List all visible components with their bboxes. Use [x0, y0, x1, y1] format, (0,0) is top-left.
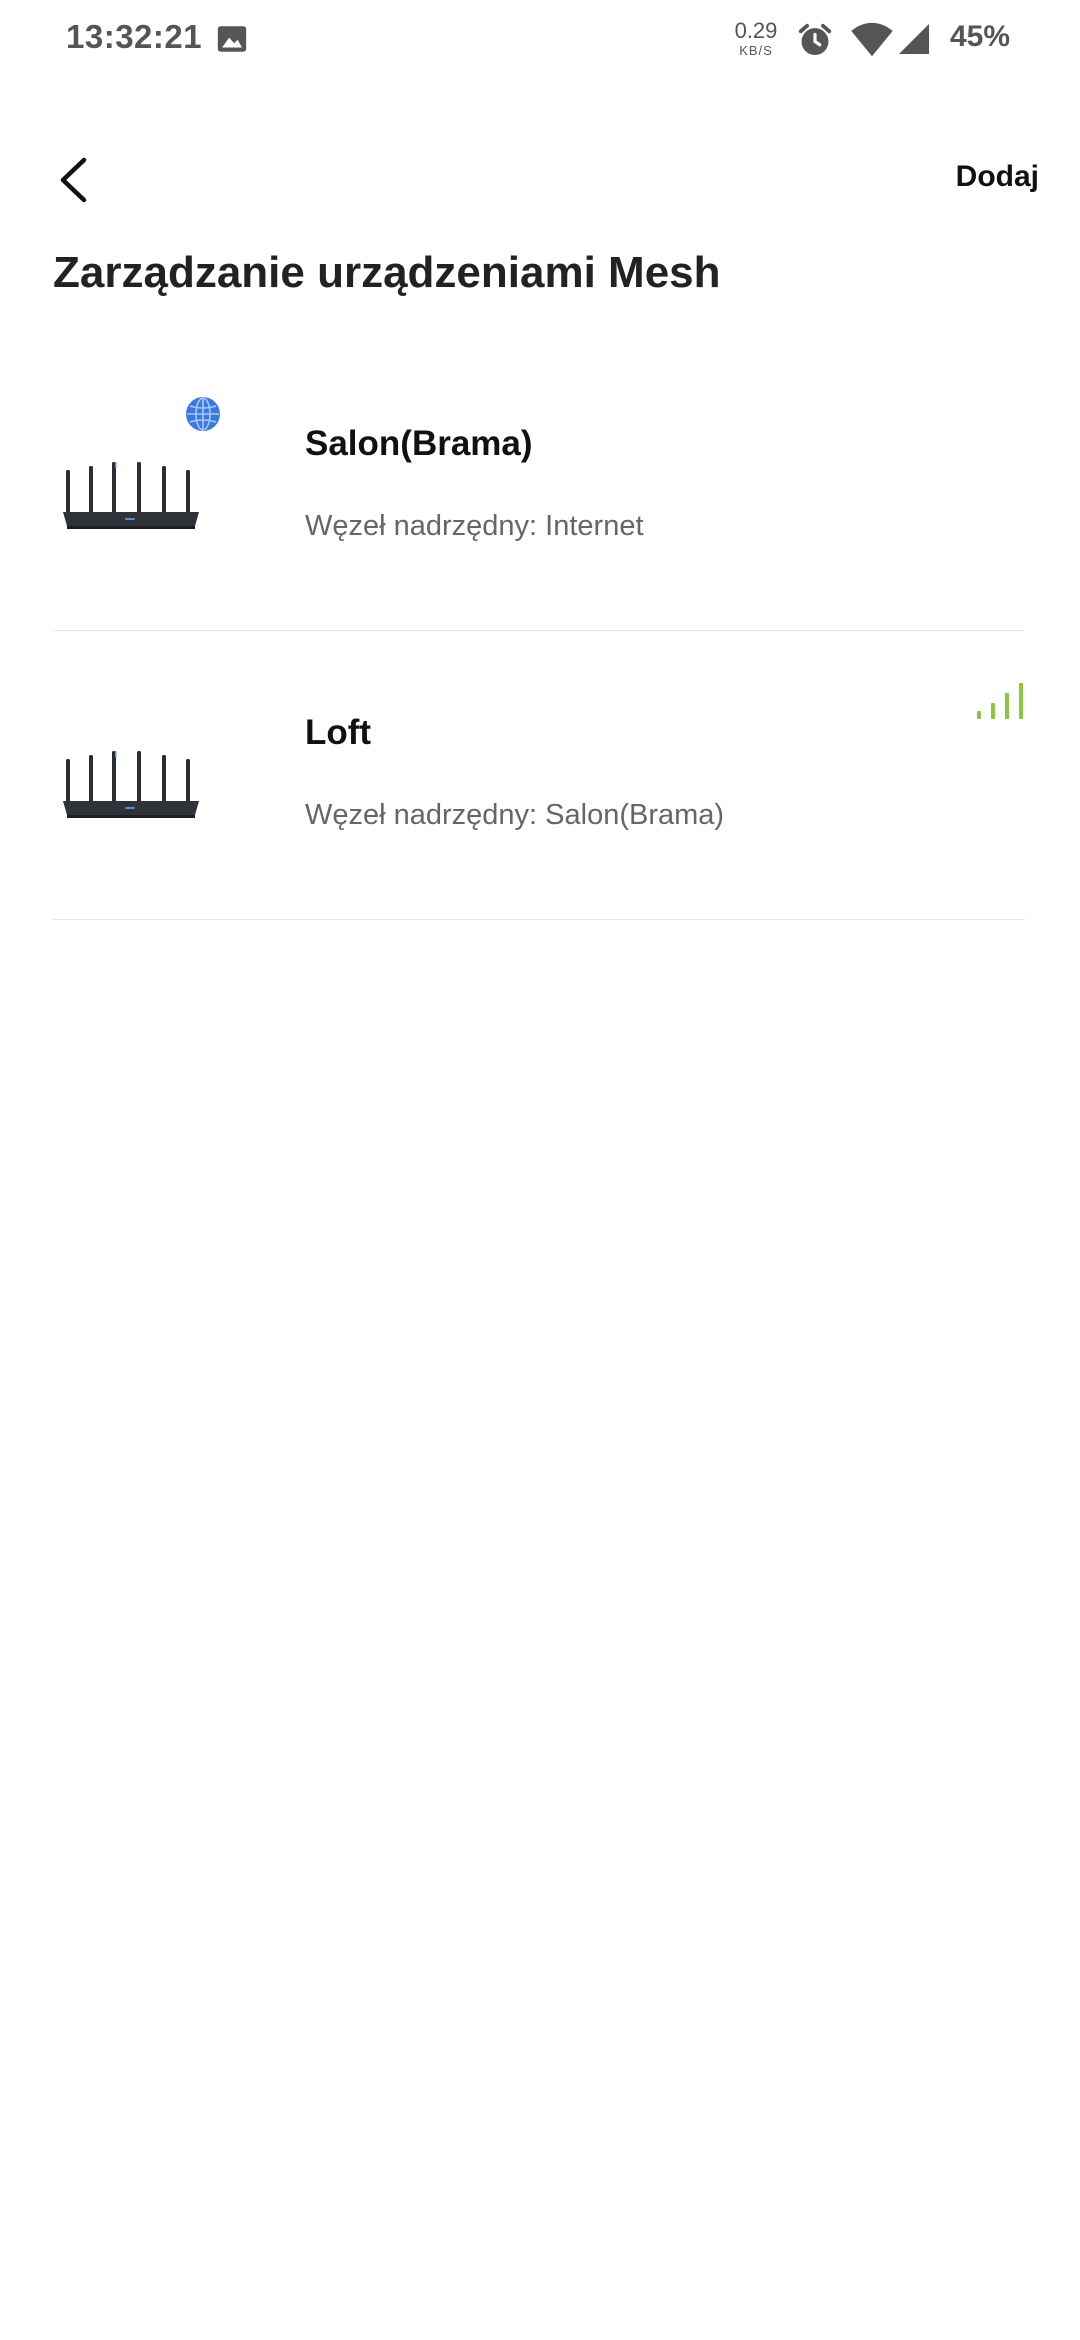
alarm-icon	[798, 23, 832, 56]
back-button[interactable]	[48, 150, 98, 210]
add-button[interactable]: Dodaj	[956, 160, 1039, 194]
device-list: Salon(Brama) Węzeł nadrzędny: Internet L…	[53, 342, 1025, 920]
device-name: Salon(Brama)	[305, 424, 533, 463]
device-parent-node: Węzeł nadrzędny: Salon(Brama)	[305, 799, 725, 831]
chevron-left-icon	[60, 157, 87, 203]
gallery-icon	[217, 26, 247, 52]
battery-level: 45%	[950, 20, 1011, 53]
device-name: Loft	[305, 713, 372, 752]
globe-icon	[186, 397, 220, 431]
signal-bar	[977, 711, 981, 719]
status-time: 13:32:21	[66, 18, 203, 55]
signal-bar	[1019, 683, 1023, 719]
network-speed: 0.29 KB/S	[730, 18, 782, 58]
network-speed-value: 0.29	[734, 18, 778, 43]
cell-signal-icon	[899, 24, 929, 54]
signal-bar	[1005, 693, 1009, 719]
status-bar: 13:32:21 0.29 KB/S 45%	[0, 0, 1080, 80]
page-title: Zarządzanie urządzeniami Mesh	[53, 248, 721, 297]
signal-strength-icon	[977, 683, 1023, 719]
device-row-salon[interactable]: Salon(Brama) Węzeł nadrzędny: Internet	[53, 342, 1025, 631]
device-row-loft[interactable]: Loft Węzeł nadrzędny: Salon(Brama)	[53, 631, 1025, 920]
router-image	[63, 751, 199, 818]
device-parent-node: Węzeł nadrzędny: Internet	[305, 510, 644, 542]
network-speed-unit: KB/S	[739, 43, 773, 58]
wifi-icon	[851, 22, 893, 57]
signal-bar	[991, 703, 995, 719]
router-image	[63, 462, 199, 529]
